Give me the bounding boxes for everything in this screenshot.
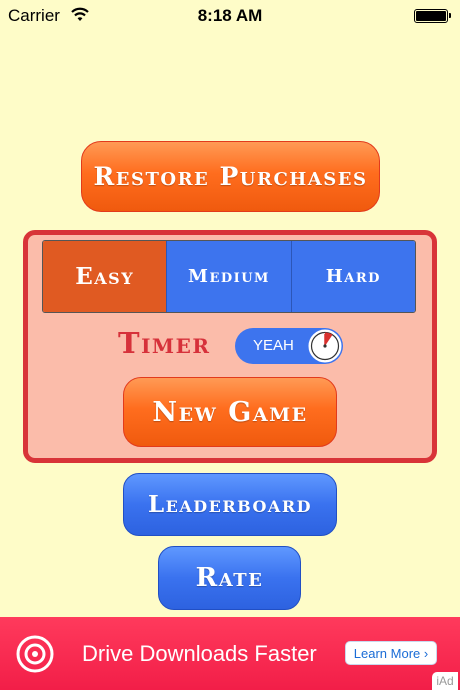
iad-badge: iAd <box>432 672 458 690</box>
ad-banner[interactable]: Drive Downloads Faster Learn More › iAd <box>0 617 460 690</box>
timer-toggle-text: YEAH <box>253 337 294 354</box>
difficulty-easy[interactable]: Easy <box>43 241 167 312</box>
restore-purchases-button[interactable]: Restore Purchases <box>81 141 380 212</box>
status-time: 8:18 AM <box>197 6 263 25</box>
battery-icon <box>414 9 451 23</box>
carrier-label: Carrier <box>8 6 60 25</box>
timer-label: Timer <box>118 326 211 360</box>
learn-more-button[interactable]: Learn More › <box>345 641 437 665</box>
target-icon <box>16 635 54 673</box>
leaderboard-button[interactable]: Leaderboard <box>123 473 337 536</box>
new-game-button[interactable]: New Game <box>123 377 337 447</box>
stopwatch-icon <box>307 328 343 364</box>
timer-toggle[interactable]: YEAH <box>235 328 343 364</box>
ad-headline: Drive Downloads Faster <box>82 641 317 666</box>
difficulty-selector: Easy Medium Hard <box>42 240 416 313</box>
difficulty-medium[interactable]: Medium <box>166 241 291 312</box>
wifi-icon <box>71 7 89 21</box>
difficulty-hard[interactable]: Hard <box>290 241 415 312</box>
rate-button[interactable]: Rate <box>158 546 301 610</box>
status-bar: Carrier 8:18 AM <box>0 0 460 32</box>
